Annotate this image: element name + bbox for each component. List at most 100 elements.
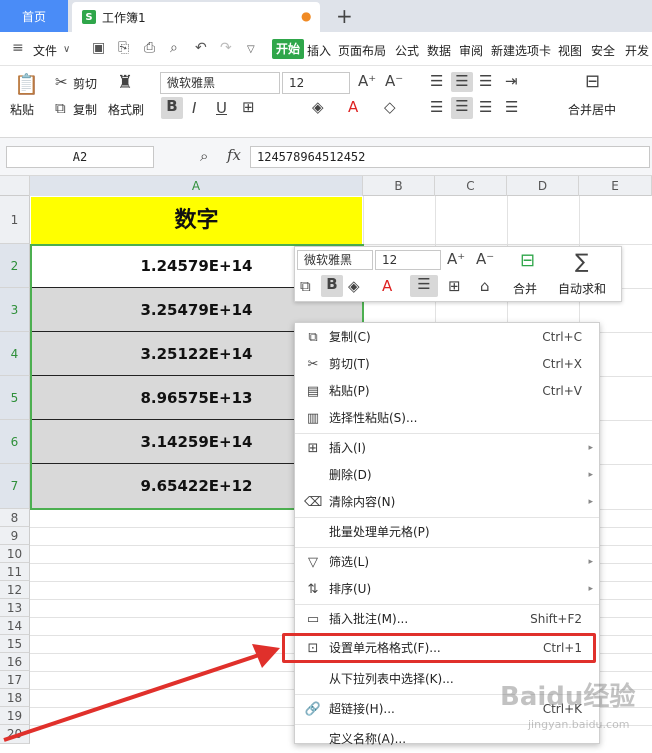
row-header-13[interactable]: 13 [0,599,30,617]
ctx-cut[interactable]: ✂ 剪切(T) Ctrl+X [294,351,600,378]
redo-icon[interactable]: ↷ [220,40,232,56]
menu-file[interactable]: 文件 [33,42,57,59]
bold-button[interactable]: B [161,97,183,119]
mini-font-select[interactable]: 微软雅黑 [297,250,373,270]
row-header-8[interactable]: 8 [0,509,30,527]
export-icon[interactable]: ⎘ [118,40,129,56]
ctx-copy[interactable]: ⧉ 复制(C) Ctrl+C [294,324,600,351]
ctx-insert[interactable]: ⊞ 插入(I) ▸ [294,435,600,462]
justify-icon[interactable]: ☰ [505,98,518,116]
menu-developer[interactable]: 开发 [625,42,649,59]
menu-start[interactable]: 开始 [272,39,305,59]
select-all-corner[interactable] [0,176,30,196]
menu-view[interactable]: 视图 [558,42,582,59]
copy-label[interactable]: 复制 [73,101,97,118]
ctx-sort[interactable]: ⇅ 排序(U) ▸ [294,576,600,603]
ctx-paste[interactable]: ▤ 粘贴(P) Ctrl+V [294,378,600,405]
menu-data[interactable]: 数据 [427,42,451,59]
format-painter-label[interactable]: 格式刷 [108,101,144,118]
cell-a1-header[interactable]: 数字 [31,197,362,244]
fx-icon[interactable]: fx [227,146,241,164]
menu-page-layout[interactable]: 页面布局 [338,42,386,59]
more-chevron-icon[interactable]: ▽ [247,44,255,55]
row-header-11[interactable]: 11 [0,563,30,581]
font-select[interactable]: 微软雅黑 [160,72,280,94]
menu-insert[interactable]: 插入 [307,42,331,59]
underline-button[interactable]: U [216,99,227,117]
tab-home[interactable]: 首页 [0,0,68,32]
merge-center-icon[interactable]: ⊟ [585,71,600,92]
row-header-12[interactable]: 12 [0,581,30,599]
zoom-icon[interactable]: ⌕ [200,147,208,165]
row-header-14[interactable]: 14 [0,617,30,635]
mini-merge-icon[interactable]: ⊟ [520,250,535,271]
ctx-delete[interactable]: 删除(D) ▸ [294,462,600,489]
copy-icon[interactable]: ⧉ [55,99,66,117]
menu-review[interactable]: 审阅 [459,42,483,59]
row-header-3[interactable]: 3 [0,288,30,332]
mini-increase-font-icon[interactable]: A⁺ [447,250,465,268]
preview-icon[interactable]: ⌕ [170,40,178,56]
column-header-a[interactable]: A [30,176,363,196]
paste-icon[interactable]: 📋 [14,72,39,96]
ctx-paste-special[interactable]: ▥ 选择性粘贴(S)... [294,405,600,432]
hamburger-icon[interactable]: ≡ [12,40,24,56]
align-right-icon[interactable]: ☰ [479,98,492,116]
undo-icon[interactable]: ↶ [195,40,207,56]
mini-fill-icon[interactable]: ◈ [348,277,360,295]
row-header-10[interactable]: 10 [0,545,30,563]
align-top-icon[interactable]: ☰ [430,72,443,90]
clear-format-icon[interactable]: ◇ [384,98,396,116]
column-header-d[interactable]: D [507,176,579,196]
mini-clear-icon[interactable]: ⌂ [480,277,490,295]
row-header-7[interactable]: 7 [0,464,30,509]
menu-new-tab[interactable]: 新建选项卡 [491,42,551,59]
mini-autosum-label[interactable]: 自动求和 [558,280,606,297]
name-box[interactable]: A2 [6,146,154,168]
row-header-4[interactable]: 4 [0,332,30,376]
row-header-2[interactable]: 2 [0,244,30,288]
mini-bold-button[interactable]: B [321,275,343,297]
mini-size-select[interactable]: 12 [375,250,441,270]
mini-decrease-font-icon[interactable]: A⁻ [476,250,494,268]
paste-label[interactable]: 粘贴 [10,101,34,118]
mini-format-icon[interactable]: ⧉ [300,277,311,295]
ctx-comment[interactable]: ▭ 插入批注(M)... Shift+F2 [294,606,600,633]
ctx-filter[interactable]: ▽ 筛选(L) ▸ [294,549,600,576]
align-bottom-icon[interactable]: ☰ [479,72,492,90]
mini-merge-label[interactable]: 合并 [513,280,537,297]
chevron-down-icon[interactable]: ∨ [63,44,70,55]
column-header-e[interactable]: E [579,176,652,196]
border-icon[interactable]: ⊞ [242,98,255,116]
print-icon[interactable]: ⎙ [144,40,155,56]
format-painter-icon[interactable]: ♜ [117,72,133,93]
save-icon[interactable]: ▣ [92,40,105,56]
menu-security[interactable]: 安全 [591,42,615,59]
row-header-6[interactable]: 6 [0,420,30,464]
cut-label[interactable]: 剪切 [73,75,97,92]
fill-color-icon[interactable]: ◈ [312,98,324,116]
decrease-font-icon[interactable]: A⁻ [385,72,403,90]
ctx-batch[interactable]: 批量处理单元格(P) [294,519,600,546]
mini-align-icon[interactable]: ☰ [410,275,438,297]
ctx-clear[interactable]: ⌫ 清除内容(N) ▸ [294,489,600,516]
mini-font-color-icon[interactable]: A [382,277,392,295]
formula-input[interactable]: 124578964512452 [250,146,650,168]
scissors-icon[interactable]: ✂ [55,73,68,91]
font-color-icon[interactable]: A [348,98,358,116]
row-header-5[interactable]: 5 [0,376,30,420]
mini-border-icon[interactable]: ⊞ [448,277,461,295]
italic-button[interactable]: I [192,99,196,117]
column-header-c[interactable]: C [435,176,507,196]
font-size-select[interactable]: 12 [282,72,350,94]
menu-formula[interactable]: 公式 [395,42,419,59]
align-left-icon[interactable]: ☰ [430,98,443,116]
row-header-1[interactable]: 1 [0,196,30,244]
column-header-b[interactable]: B [363,176,435,196]
row-header-9[interactable]: 9 [0,527,30,545]
indent-icon[interactable]: ⇥ [505,72,518,90]
autosum-icon[interactable]: ∑ [575,249,588,273]
align-middle-icon[interactable]: ☰ [451,72,473,92]
increase-font-icon[interactable]: A⁺ [358,72,376,90]
new-tab-button[interactable]: + [336,4,353,28]
